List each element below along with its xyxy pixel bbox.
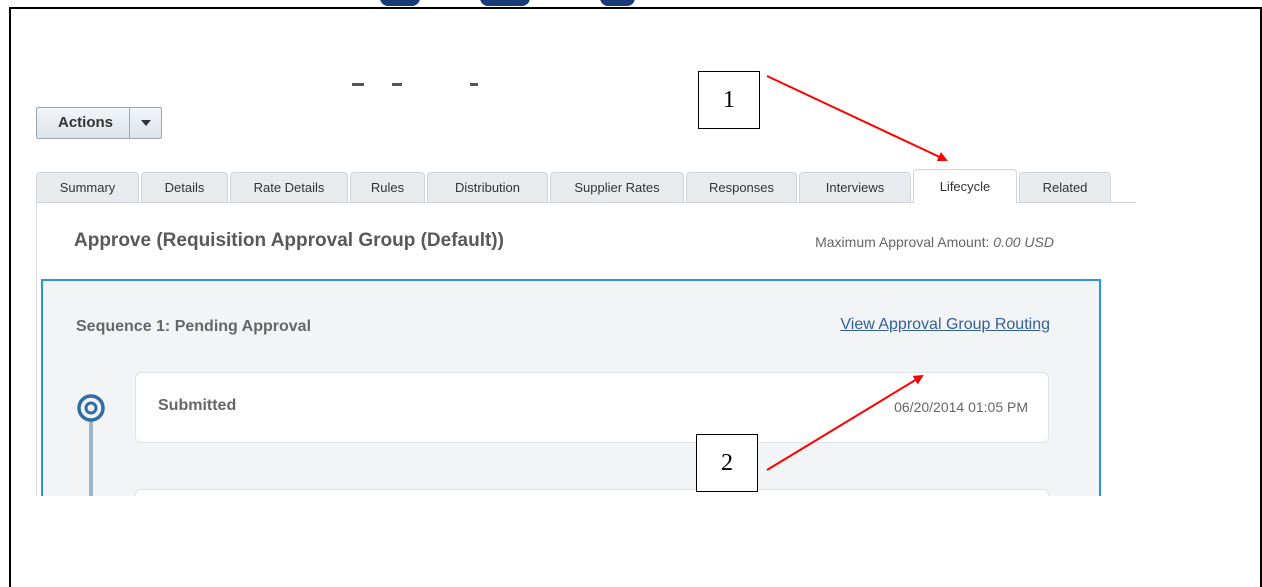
annotation-arrows [766,75,948,471]
callout-1: 1 [698,71,760,129]
callout-2: 2 [696,434,758,492]
